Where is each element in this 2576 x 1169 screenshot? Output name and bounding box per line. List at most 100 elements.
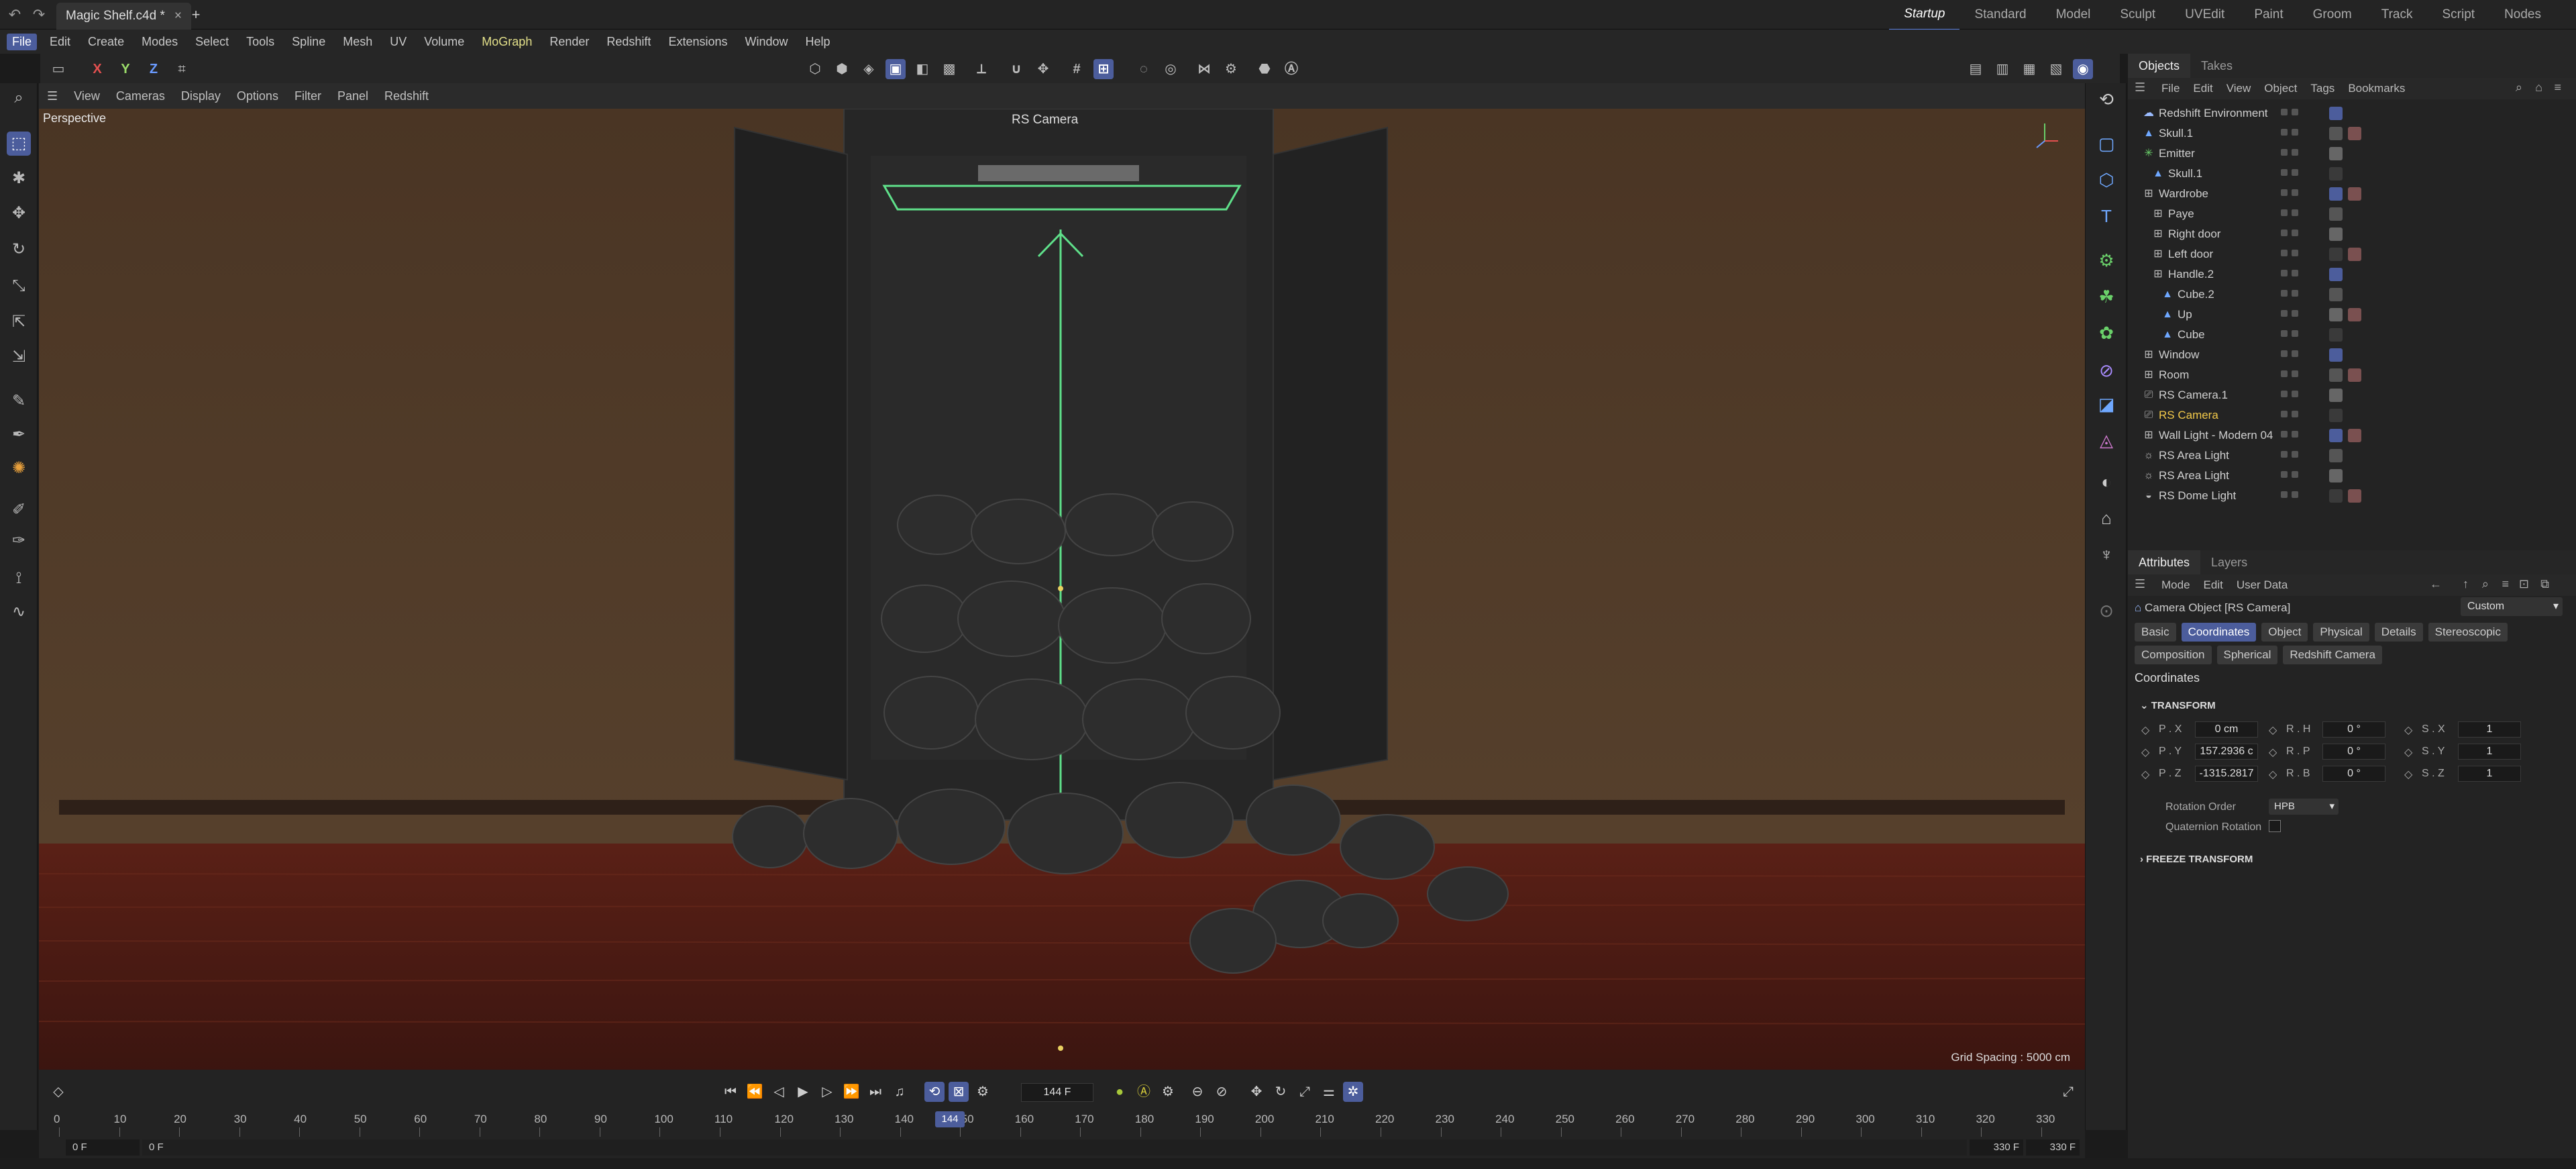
end-frame-field[interactable]: 330 F bbox=[2026, 1139, 2080, 1156]
editor-visibility-dot[interactable] bbox=[2281, 451, 2288, 458]
keyframe-diamond-icon[interactable]: ◇ bbox=[2269, 723, 2277, 737]
close-tab-icon[interactable]: × bbox=[174, 9, 182, 23]
material-tag-icon[interactable] bbox=[2329, 409, 2343, 422]
editor-visibility-dot[interactable] bbox=[2281, 471, 2288, 478]
timeline-ruler[interactable]: 0102030405060708090100110120130140150160… bbox=[39, 1070, 2085, 1143]
playhead[interactable]: 144 bbox=[935, 1111, 965, 1127]
render-settings-icon[interactable]: Ⓐ bbox=[1281, 59, 1301, 79]
attr-tab-stereoscopic[interactable]: Stereoscopic bbox=[2428, 623, 2508, 642]
menu-mesh[interactable]: Mesh bbox=[334, 35, 381, 49]
cube-primitive-icon[interactable]: ▢ bbox=[2094, 132, 2118, 156]
material-tag-icon[interactable] bbox=[2329, 248, 2343, 261]
editor-visibility-dot[interactable] bbox=[2281, 370, 2288, 377]
object-row[interactable]: ✳ Emitter bbox=[2128, 144, 2576, 164]
material-tag-icon[interactable] bbox=[2348, 308, 2361, 321]
material-tag-icon[interactable] bbox=[2329, 268, 2343, 281]
hamburger-icon[interactable]: ☰ bbox=[2135, 81, 2145, 95]
attr-tab-spherical[interactable]: Spherical bbox=[2216, 646, 2278, 664]
sy-field[interactable]: 1 bbox=[2458, 744, 2521, 760]
render-visibility-dot[interactable] bbox=[2292, 330, 2298, 337]
material-tag-icon[interactable] bbox=[2329, 389, 2343, 402]
material-tag-icon[interactable] bbox=[2329, 147, 2343, 160]
visibility-flags[interactable] bbox=[2281, 290, 2313, 301]
tab-layers[interactable]: Layers bbox=[2200, 550, 2258, 574]
px-field[interactable]: 0 cm bbox=[2195, 721, 2258, 738]
visibility-flags[interactable] bbox=[2281, 169, 2313, 180]
eyedropper-icon[interactable]: ✑ bbox=[7, 529, 31, 553]
freeze-transform-section-header[interactable]: › FREEZE TRANSFORM bbox=[2140, 854, 2253, 865]
editor-visibility-dot[interactable] bbox=[2281, 491, 2288, 498]
points-mode-icon[interactable]: ⬡ bbox=[805, 59, 825, 79]
material-tag-icon[interactable] bbox=[2329, 469, 2343, 482]
panel-menu-view[interactable]: View bbox=[2220, 82, 2258, 95]
editor-visibility-dot[interactable] bbox=[2281, 391, 2288, 397]
editor-visibility-dot[interactable] bbox=[2281, 169, 2288, 176]
keyframe-diamond-icon[interactable]: ◇ bbox=[2141, 723, 2149, 737]
editor-visibility-dot[interactable] bbox=[2281, 411, 2288, 417]
back-arrow-icon[interactable]: ← bbox=[2430, 577, 2442, 591]
material-tag-icon[interactable] bbox=[2348, 368, 2361, 382]
panel-menu-edit[interactable]: Edit bbox=[2197, 578, 2230, 592]
object-row[interactable]: ▲ Cube bbox=[2128, 325, 2576, 345]
axis-mode-icon[interactable]: ⟂ bbox=[971, 59, 991, 79]
tab-objects[interactable]: Objects bbox=[2128, 54, 2191, 78]
up-arrow-icon[interactable]: ↑ bbox=[2463, 577, 2469, 591]
render-visibility-dot[interactable] bbox=[2292, 350, 2298, 357]
render-visibility-dot[interactable] bbox=[2292, 491, 2298, 498]
object-row[interactable]: ▲ Up bbox=[2128, 305, 2576, 325]
visibility-flags[interactable] bbox=[2281, 129, 2313, 140]
material-tag-icon[interactable] bbox=[2329, 288, 2343, 301]
redshift-render-icon[interactable]: ▧ bbox=[2046, 59, 2066, 79]
visibility-flags[interactable] bbox=[2281, 350, 2313, 361]
menu-uv[interactable]: UV bbox=[381, 35, 415, 49]
viewport-menu-display[interactable]: Display bbox=[173, 89, 229, 103]
sculpt-brush-icon[interactable]: ✺ bbox=[7, 456, 31, 480]
sz-field[interactable]: 1 bbox=[2458, 766, 2521, 782]
keyframe-diamond-icon[interactable]: ◇ bbox=[2269, 746, 2277, 759]
material-tag-icon[interactable] bbox=[2329, 127, 2343, 140]
target-icon[interactable]: ◎ bbox=[1161, 59, 1181, 79]
editor-visibility-dot[interactable] bbox=[2281, 270, 2288, 276]
rb-field[interactable]: 0 ° bbox=[2322, 766, 2385, 782]
tab-attributes[interactable]: Attributes bbox=[2128, 550, 2201, 574]
object-row[interactable]: ▲ Cube.2 bbox=[2128, 285, 2576, 305]
attr-tab-details[interactable]: Details bbox=[2374, 623, 2423, 642]
attr-tab-basic[interactable]: Basic bbox=[2135, 623, 2176, 642]
object-row[interactable]: ⊞ Room bbox=[2128, 365, 2576, 385]
keyframe-diamond-icon[interactable]: ◇ bbox=[2269, 768, 2277, 781]
menu-window[interactable]: Window bbox=[737, 35, 797, 49]
effector-icon[interactable]: ✿ bbox=[2094, 321, 2118, 345]
render-visibility-dot[interactable] bbox=[2292, 129, 2298, 136]
coordinate-manager-icon[interactable]: ⟲ bbox=[2094, 87, 2118, 111]
object-row[interactable]: ⊞ Right door bbox=[2128, 224, 2576, 244]
render-visibility-dot[interactable] bbox=[2292, 290, 2298, 297]
render-region-icon[interactable]: ⬣ bbox=[1254, 59, 1275, 79]
field-icon[interactable]: ◪ bbox=[2094, 392, 2118, 416]
menu-extensions[interactable]: Extensions bbox=[659, 35, 736, 49]
volume-icon[interactable]: ◬ bbox=[2094, 428, 2118, 452]
range-end-field[interactable]: 330 F bbox=[1970, 1139, 2023, 1156]
keyframe-diamond-icon[interactable]: ◇ bbox=[2141, 768, 2149, 781]
layout-tab-startup[interactable]: Startup bbox=[1889, 0, 1960, 31]
visibility-flags[interactable] bbox=[2281, 391, 2313, 401]
visibility-flags[interactable] bbox=[2281, 189, 2313, 200]
material-tag-icon[interactable] bbox=[2329, 167, 2343, 181]
render-visibility-dot[interactable] bbox=[2292, 270, 2298, 276]
render-visibility-dot[interactable] bbox=[2292, 189, 2298, 196]
material-tag-icon[interactable] bbox=[2348, 187, 2361, 201]
object-row[interactable]: ⎚ RS Camera.1 bbox=[2128, 385, 2576, 405]
menu-mograph[interactable]: MoGraph bbox=[473, 35, 541, 49]
editor-visibility-dot[interactable] bbox=[2281, 290, 2288, 297]
environment-icon[interactable]: ◐ bbox=[2094, 470, 2118, 494]
cloner-icon[interactable]: ☘ bbox=[2094, 285, 2118, 309]
3d-viewport[interactable]: Perspective RS Camera Grid Spacing : 500… bbox=[39, 109, 2085, 1070]
settings-gear-icon[interactable]: ⚙ bbox=[1221, 59, 1241, 79]
material-tag-icon[interactable] bbox=[2348, 429, 2361, 442]
visibility-flags[interactable] bbox=[2281, 209, 2313, 220]
viewport-menu-view[interactable]: View bbox=[66, 89, 108, 103]
lock-icon[interactable]: ⊡ bbox=[2519, 577, 2529, 591]
object-row[interactable]: ☁ Redshift Environment bbox=[2128, 103, 2576, 123]
menu-modes[interactable]: Modes bbox=[133, 35, 186, 49]
new-window-icon[interactable]: ⧉ bbox=[2540, 577, 2549, 591]
range-start-field[interactable]: 0 F bbox=[142, 1139, 1967, 1156]
